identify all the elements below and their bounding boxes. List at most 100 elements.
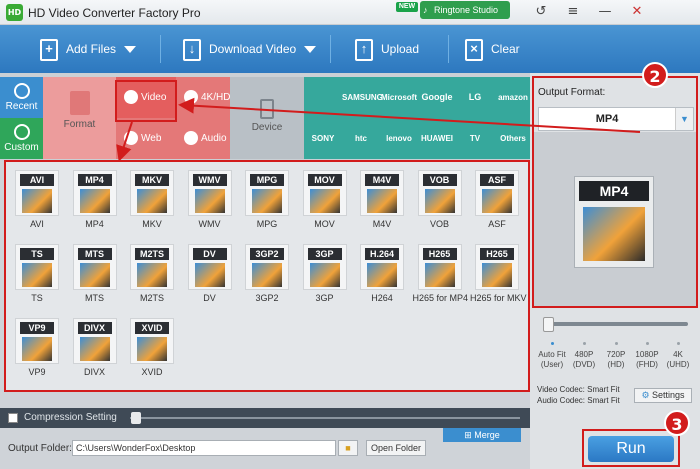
quality-slider-knob[interactable] xyxy=(543,317,554,332)
highlight-video-category xyxy=(115,80,177,122)
format-item[interactable]: TS TS xyxy=(10,240,64,308)
open-folder-button[interactable]: Open Folder xyxy=(366,440,426,456)
upload-button[interactable]: ↑ Upload xyxy=(355,25,419,73)
format-thumbnail: H.264 xyxy=(360,244,404,290)
quality-option-bottom: (User) xyxy=(540,360,564,369)
format-item[interactable]: MOV MOV xyxy=(298,166,352,234)
tab-recent[interactable]: Recent xyxy=(0,77,43,118)
format-item[interactable]: MTS MTS xyxy=(68,240,122,308)
format-item[interactable]: DIVX DIVX xyxy=(68,314,122,382)
format-item[interactable]: WMV WMV xyxy=(183,166,237,234)
download-video-button[interactable]: ↓ Download Video xyxy=(183,25,317,73)
quality-tick[interactable] xyxy=(583,342,586,345)
format-item[interactable]: H.264 H264 xyxy=(355,240,409,308)
tab-custom[interactable]: Custom xyxy=(0,118,43,159)
brand-htc[interactable]: htc xyxy=(342,118,380,159)
compression-slider-track[interactable] xyxy=(130,417,520,419)
quality-option[interactable]: 720P (HD) xyxy=(602,350,630,370)
chevron-down-icon[interactable] xyxy=(124,46,137,54)
upload-label: Upload xyxy=(381,42,420,56)
clear-button[interactable]: × Clear xyxy=(465,25,520,73)
format-tag: MTS xyxy=(77,248,112,260)
format-item[interactable]: MPG MPG xyxy=(240,166,294,234)
format-item[interactable]: VP9 VP9 xyxy=(10,314,64,382)
format-item[interactable]: 3GP2 3GP2 xyxy=(240,240,294,308)
format-tag: MP4 xyxy=(77,174,112,186)
quality-option[interactable]: 1080P (FHD) xyxy=(633,350,661,370)
headphones-icon xyxy=(184,131,198,145)
quality-tick[interactable] xyxy=(551,342,554,345)
brand-others[interactable]: Others xyxy=(494,118,532,159)
quality-tick[interactable] xyxy=(646,342,649,345)
chevron-down-icon[interactable] xyxy=(304,46,317,54)
minimize-button[interactable]: — xyxy=(594,2,616,22)
category-audio[interactable]: Audio xyxy=(176,118,230,159)
refresh-icon[interactable]: ↺ xyxy=(530,2,552,22)
format-label: 3GP xyxy=(315,293,334,303)
ringtone-studio-button[interactable]: ♪ Ringtone Studio xyxy=(420,1,510,19)
format-icon xyxy=(367,263,397,287)
format-icon xyxy=(137,263,167,287)
format-item[interactable]: MKV MKV xyxy=(125,166,179,234)
format-item[interactable]: DV DV xyxy=(183,240,237,308)
quality-option[interactable]: Auto Fit (User) xyxy=(538,350,566,370)
quality-option-top: Auto Fit xyxy=(538,350,566,359)
tab-recent-label: Recent xyxy=(5,101,38,112)
phone-icon xyxy=(260,99,274,119)
brand-samsung[interactable]: SAMSUNG xyxy=(342,77,383,118)
format-item[interactable]: H265 H265 for MKV xyxy=(470,240,527,308)
category-web[interactable]: Web xyxy=(116,118,176,159)
format-label: VOB xyxy=(429,219,449,229)
brand-tv[interactable]: TV xyxy=(456,118,494,159)
tab-format[interactable]: Format xyxy=(43,77,116,159)
brand-lenovo[interactable]: lenovo xyxy=(380,118,418,159)
add-file-icon: + xyxy=(40,38,58,61)
format-item[interactable]: ASF ASF xyxy=(470,166,524,234)
brand-google[interactable]: Google xyxy=(418,77,456,118)
quality-option[interactable]: 480P (DVD) xyxy=(570,350,598,370)
compression-slider-knob[interactable] xyxy=(131,412,141,424)
menu-icon[interactable]: ≡ xyxy=(562,2,584,22)
close-button[interactable]: ✕ xyxy=(626,2,648,22)
output-folder-field[interactable]: C:\Users\WonderFox\Desktop xyxy=(72,440,336,456)
format-item[interactable]: M2TS M2TS xyxy=(125,240,179,308)
format-item[interactable]: XVID XVID xyxy=(125,314,179,382)
quality-slider-track[interactable] xyxy=(550,322,688,326)
format-tag: WMV xyxy=(192,174,227,186)
format-item[interactable]: AVI AVI xyxy=(10,166,64,234)
format-item[interactable]: MP4 MP4 xyxy=(68,166,122,234)
download-video-label: Download Video xyxy=(209,42,297,56)
brand-amazon[interactable]: amazon xyxy=(494,77,532,118)
format-item[interactable]: 3GP 3GP xyxy=(298,240,352,308)
format-icon xyxy=(22,189,52,213)
add-files-button[interactable]: + Add Files xyxy=(40,25,137,73)
title-bar: HD HD Video Converter Factory Pro NEW ♪ R… xyxy=(0,0,700,25)
merge-button[interactable]: ⊞ Merge xyxy=(443,428,521,442)
category-4k-hd[interactable]: 4K/HD xyxy=(176,77,230,118)
format-tag: MOV xyxy=(307,174,342,186)
format-icon xyxy=(22,263,52,287)
tab-device[interactable]: Device xyxy=(230,77,304,159)
format-item[interactable]: VOB VOB xyxy=(413,166,467,234)
quality-tick[interactable] xyxy=(615,342,618,345)
compression-checkbox[interactable] xyxy=(8,413,18,423)
brand-microsoft[interactable]: Microsoft xyxy=(380,77,418,118)
browse-folder-icon[interactable]: ■ xyxy=(338,440,358,456)
settings-label: Settings xyxy=(652,390,685,400)
quality-option[interactable]: 4K (UHD) xyxy=(664,350,692,370)
format-item[interactable]: M4V M4V xyxy=(355,166,409,234)
format-label: MOV xyxy=(314,219,335,229)
brand-sony[interactable]: SONY xyxy=(304,118,342,159)
quality-tick[interactable] xyxy=(677,342,680,345)
format-thumbnail: TS xyxy=(15,244,59,290)
settings-button[interactable]: ⚙ Settings xyxy=(634,388,692,403)
format-label: MPG xyxy=(256,219,278,229)
format-icon xyxy=(367,189,397,213)
video-codec-text: Video Codec: Smart Fit xyxy=(537,385,620,394)
highlight-run-button xyxy=(582,429,680,467)
brand-huawei[interactable]: HUAWEI xyxy=(418,118,456,159)
format-item[interactable]: H265 H265 for MP4 xyxy=(413,240,468,308)
apple-icon[interactable] xyxy=(304,77,342,118)
format-tag: VP9 xyxy=(20,322,54,334)
brand-lg[interactable]: LG xyxy=(456,77,494,118)
